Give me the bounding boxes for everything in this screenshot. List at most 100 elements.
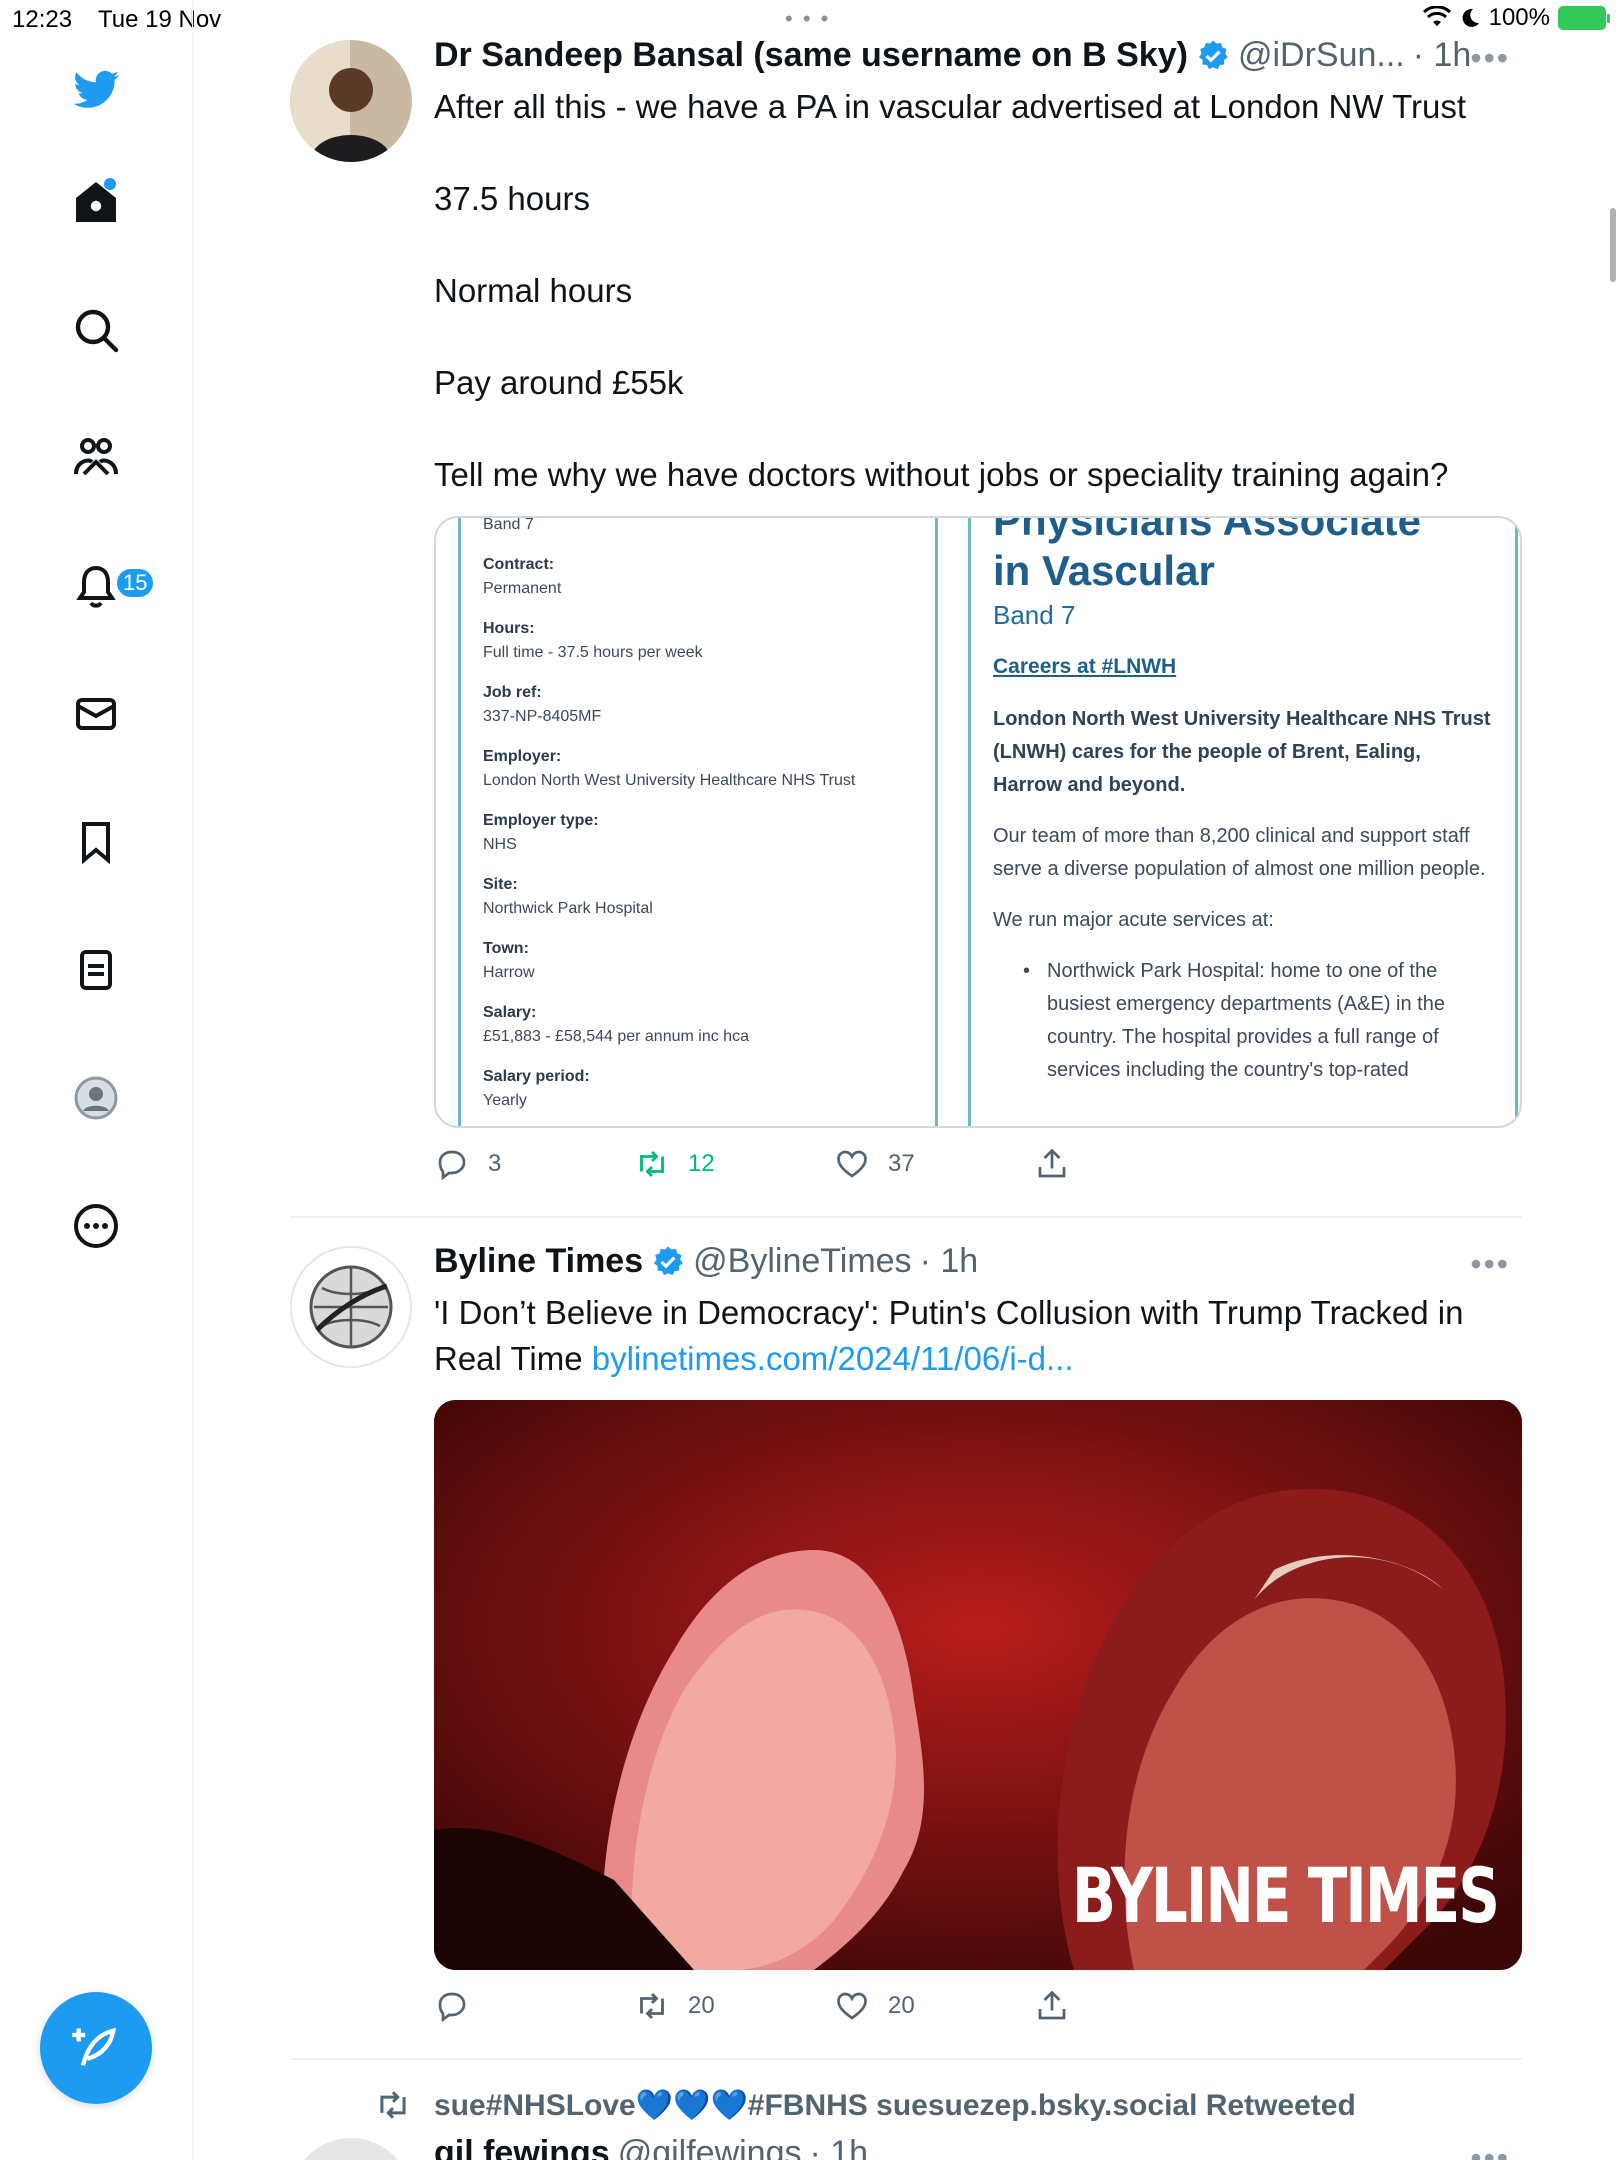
job-value: Permanent — [483, 580, 562, 597]
job-value: 337-NP-8405MF — [483, 708, 602, 725]
job-label: Job ref: — [483, 684, 542, 701]
article-link[interactable]: bylinetimes.com/2024/11/06/i-d... — [592, 1340, 1074, 1377]
verified-badge-icon — [654, 1245, 683, 1275]
job-title-line2: in Vascular — [993, 547, 1215, 594]
retweet-button[interactable]: 20 — [634, 1988, 715, 2024]
tweet[interactable]: sue#NHSLove💙💙💙#FBNHS suesuezep.bsky.soci… — [290, 2086, 1522, 2160]
job-title-line1: Physicians Associate — [993, 516, 1421, 544]
author-handle[interactable]: @iDrSun... — [1238, 36, 1405, 75]
byline-times-watermark: BYLINE TIMES — [1071, 1851, 1500, 1940]
share-icon — [1038, 1148, 1066, 1178]
job-label: Salary period: — [483, 1068, 590, 1085]
job-para: We run major acute services at: — [993, 909, 1274, 931]
tweet-text: After all this - we have a PA in vascula… — [434, 88, 1467, 493]
job-label: Site: — [483, 876, 518, 893]
heart-icon — [837, 1992, 867, 2020]
messages-envelope-icon[interactable] — [62, 680, 130, 748]
more-options-icon[interactable] — [62, 1192, 130, 1260]
job-label: Hours: — [483, 620, 535, 637]
home-icon[interactable] — [62, 168, 130, 236]
tweet-media-image[interactable]: BYLINE TIMES — [434, 1400, 1522, 1970]
job-label: Town: — [483, 940, 529, 957]
job-value: London North West University Healthcare … — [483, 772, 856, 789]
twitter-logo-icon[interactable] — [62, 56, 130, 124]
retweet-icon — [380, 2091, 406, 2119]
notifications-bell-icon[interactable]: 15 — [62, 552, 157, 620]
new-content-dot — [104, 178, 116, 190]
share-icon — [1038, 1990, 1066, 2020]
profile-avatar-icon[interactable] — [62, 1064, 130, 1132]
tweet-actions: 20 20 — [434, 1988, 1334, 2038]
job-value: Harrow — [483, 964, 535, 981]
tweet-more-icon[interactable]: ••• — [1470, 40, 1510, 77]
job-label: Salary: — [483, 1004, 537, 1021]
notifications-badge: 15 — [114, 566, 157, 600]
reply-count: 3 — [488, 1150, 502, 1177]
author-avatar[interactable] — [290, 1246, 412, 1368]
author-handle[interactable]: @gilfewings — [618, 2134, 802, 2160]
job-band: Band 7 — [483, 516, 534, 533]
heart-icon — [837, 1150, 867, 1178]
job-intro: London North West University Healthcare … — [993, 708, 1491, 796]
tweet-header: gil fewings @gilfewings · 1h — [434, 2134, 868, 2160]
status-indicators: 100% — [1422, 4, 1610, 32]
author-name[interactable]: gil fewings — [434, 2134, 610, 2160]
sidebar: 15 — [0, 0, 193, 2160]
tweet-header: Byline Times @BylineTimes · 1h — [434, 1242, 978, 1281]
retweet-count: 20 — [688, 1992, 715, 2019]
careers-link: Careers at #LNWH — [993, 655, 1177, 678]
tweet-media-job-advert[interactable]: Band 7 Contract: Permanent Hours: Full t… — [434, 516, 1522, 1128]
reply-icon — [438, 1150, 466, 1181]
lists-icon[interactable] — [62, 936, 130, 1004]
job-details-column: Band 7 Contract: Permanent Hours: Full t… — [458, 516, 938, 1126]
job-band-heading: Band 7 — [993, 600, 1076, 630]
tweet-divider — [290, 1216, 1522, 1218]
tweet-actions: 3 12 37 — [434, 1146, 1334, 1196]
tweet-more-icon[interactable]: ••• — [1470, 2140, 1510, 2160]
job-label: Employer type: — [483, 812, 599, 829]
job-para: Our team of more than 8,200 clinical and… — [993, 825, 1486, 880]
reply-button[interactable]: 3 — [434, 1146, 501, 1182]
job-label: Contract: — [483, 556, 555, 573]
reply-icon — [438, 1992, 466, 2023]
tweet-more-icon[interactable]: ••• — [1470, 1246, 1510, 1283]
retweet-button[interactable]: 12 — [634, 1146, 715, 1182]
multitasking-dots-icon[interactable]: • • • — [785, 6, 830, 32]
compose-tweet-button[interactable] — [40, 1992, 152, 2104]
job-bullet: Northwick Park Hospital: home to one of … — [993, 955, 1495, 1087]
scrollbar[interactable] — [1610, 208, 1616, 282]
author-avatar[interactable] — [290, 2138, 412, 2160]
search-icon[interactable] — [62, 296, 130, 364]
author-avatar[interactable] — [290, 40, 412, 162]
moon-icon — [1462, 8, 1479, 27]
like-button[interactable]: 37 — [834, 1146, 915, 1182]
tweet-header: Dr Sandeep Bansal (same username on B Sk… — [434, 36, 1471, 75]
tweet-divider — [290, 2058, 1522, 2060]
verified-badge-icon — [1198, 39, 1228, 69]
job-description-column: Physicians Associate in Vascular Band 7 … — [968, 516, 1518, 1126]
bookmarks-icon[interactable] — [62, 808, 130, 876]
tweet-time: · 1h — [809, 2134, 869, 2160]
job-value: NHS — [483, 836, 517, 853]
share-button[interactable] — [1034, 1146, 1070, 1182]
retweet-icon — [640, 1150, 664, 1178]
retweeted-by-label: sue#NHSLove💙💙💙#FBNHS suesuezep.bsky.soci… — [434, 2088, 1356, 2122]
job-value: Yearly — [483, 1092, 527, 1109]
communities-icon[interactable] — [62, 424, 130, 492]
job-value: Northwick Park Hospital — [483, 900, 653, 917]
retweeted-by-context[interactable]: sue#NHSLove💙💙💙#FBNHS suesuezep.bsky.soci… — [374, 2086, 1356, 2124]
reply-button[interactable] — [434, 1988, 488, 2024]
tweet-time: · 1h — [1412, 36, 1472, 74]
like-count: 20 — [888, 1992, 915, 2019]
job-value: Full time - 37.5 hours per week — [483, 644, 703, 661]
like-button[interactable]: 20 — [834, 1988, 915, 2024]
author-name[interactable]: Byline Times — [434, 1242, 643, 1281]
author-name[interactable]: Dr Sandeep Bansal (same username on B Sk… — [434, 36, 1188, 75]
wifi-icon — [1422, 6, 1451, 26]
feather-plus-icon — [72, 2027, 117, 2066]
author-handle[interactable]: @BylineTimes — [693, 1242, 911, 1281]
battery-percent: 100% — [1488, 4, 1550, 31]
share-button[interactable] — [1034, 1988, 1070, 2024]
job-label: Employer: — [483, 748, 562, 765]
job-value: £51,883 - £58,544 per annum inc hca — [483, 1028, 749, 1045]
